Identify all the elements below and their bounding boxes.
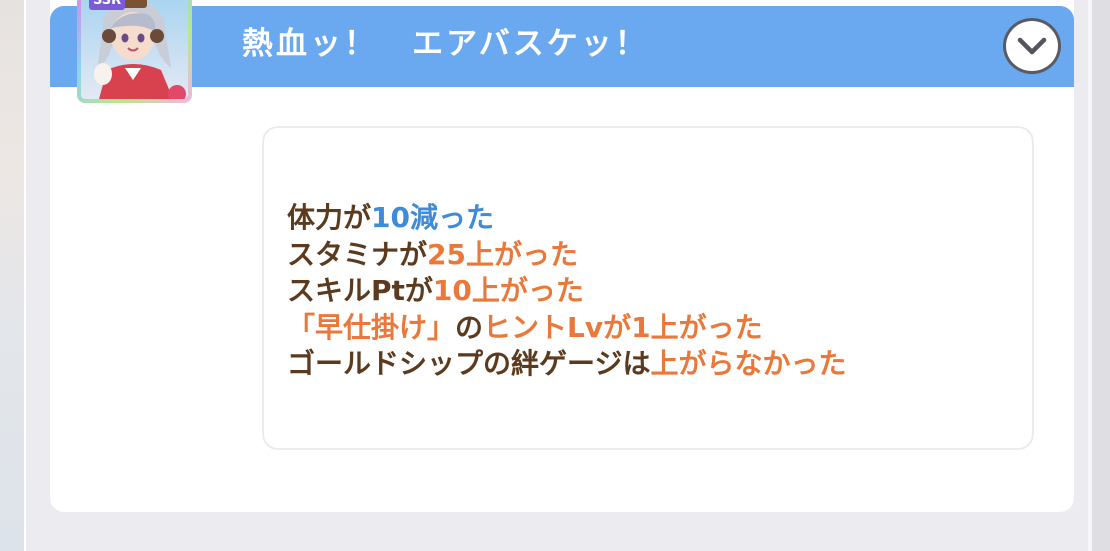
- chevron-down-icon: [1017, 37, 1047, 55]
- result-value: 上がらなかった: [650, 347, 847, 380]
- result-line-skill-hint: 「早仕掛け」のヒントLvが1上がった: [287, 310, 846, 347]
- result-label: スタミナが: [287, 237, 428, 271]
- result-list: 体力が10減った スタミナが25上がった スキルPtが10上がった 「早仕掛け」…: [287, 200, 846, 383]
- result-value: ヒントLvが1上がった: [483, 310, 763, 344]
- background-right-edge: [1092, 0, 1110, 551]
- result-value: 10上がった: [432, 274, 584, 307]
- result-label: ゴールドシップの絆ゲージは: [287, 347, 651, 380]
- result-label: スキルPtが: [287, 274, 433, 307]
- result-line-stamina-hp: 体力が10減った: [287, 200, 846, 237]
- result-line-stamina: スタミナが25上がった: [287, 237, 846, 274]
- collapse-button[interactable]: [1006, 21, 1058, 71]
- result-line-bond: ゴールドシップの絆ゲージは上がらなかった: [287, 346, 846, 383]
- result-label: の: [455, 310, 484, 344]
- divider: [24, 0, 26, 551]
- result-value: 25上がった: [427, 237, 578, 271]
- result-value: 10減った: [371, 201, 494, 234]
- result-label: 体力が: [287, 201, 372, 234]
- rarity-badge: SSR: [89, 0, 126, 10]
- result-line-skill-pt: スキルPtが10上がった: [287, 273, 846, 310]
- event-title: 熱血ッ！ エアバスケッ！: [242, 26, 649, 62]
- skill-name: 「早仕掛け」: [287, 310, 456, 344]
- character-card-avatar[interactable]: SSR: [77, 0, 192, 103]
- character-portrait-icon: [81, 0, 188, 99]
- background-left-edge: [0, 0, 24, 551]
